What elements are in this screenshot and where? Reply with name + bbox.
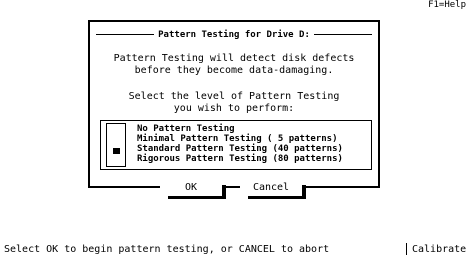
description-line-2: before they become data-damaging. xyxy=(134,65,334,76)
dialog-title: Pattern Testing for Drive D: xyxy=(154,30,314,40)
option-standard-pattern-testing[interactable]: Standard Pattern Testing (40 patterns) xyxy=(137,144,343,154)
cancel-button[interactable]: Cancel xyxy=(240,182,302,196)
help-hint: F1=Help xyxy=(428,0,466,10)
dialog-title-row: Pattern Testing for Drive D: xyxy=(90,30,378,40)
selection-column xyxy=(106,123,126,167)
option-no-pattern-testing[interactable]: No Pattern Testing xyxy=(137,124,235,134)
option-minimal-pattern-testing[interactable]: Minimal Pattern Testing ( 5 patterns) xyxy=(137,134,337,144)
ok-button[interactable]: OK xyxy=(160,182,222,196)
prompt-line-1: Select the level of Pattern Testing xyxy=(128,91,340,102)
pattern-testing-dialog: Pattern Testing for Drive D: Pattern Tes… xyxy=(88,20,380,199)
cancel-button-shadow-side xyxy=(302,185,306,199)
ok-button-shadow-side xyxy=(222,185,226,199)
status-separator xyxy=(406,243,407,255)
status-message: Select OK to begin pattern testing, or C… xyxy=(4,244,330,255)
pattern-level-list: No Pattern Testing Minimal Pattern Testi… xyxy=(100,120,372,170)
selected-marker-icon xyxy=(113,148,120,154)
prompt-line-2: you wish to perform: xyxy=(173,103,295,114)
option-rigorous-pattern-testing[interactable]: Rigorous Pattern Testing (80 patterns) xyxy=(137,154,343,164)
app-name: Calibrate xyxy=(412,244,467,255)
description-line-1: Pattern Testing will detect disk defects xyxy=(113,53,355,64)
